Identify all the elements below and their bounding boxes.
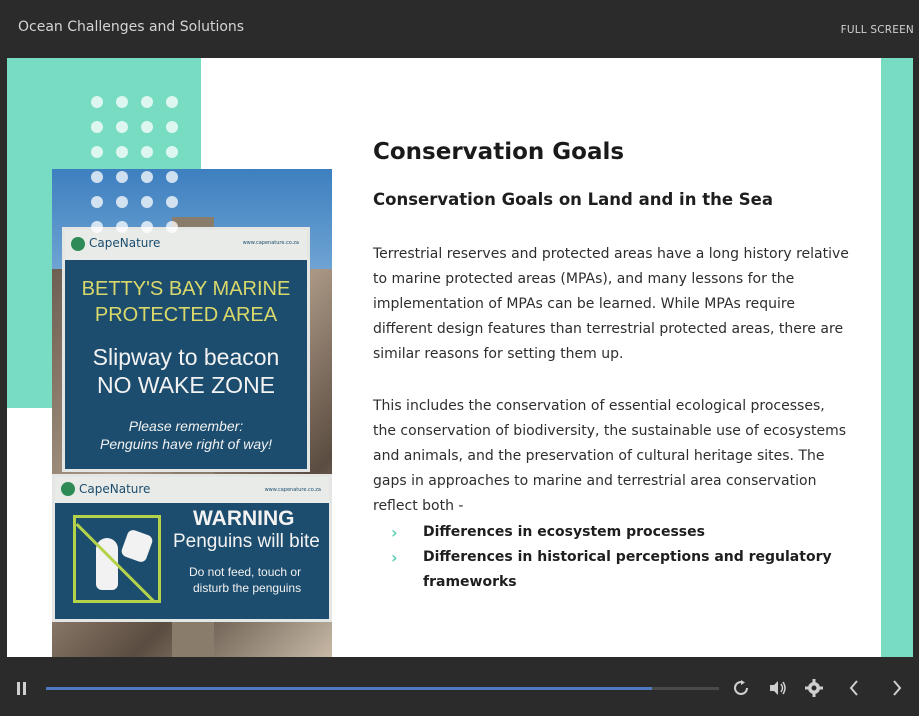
- sign-line: Slipway to beacon: [92, 344, 280, 370]
- settings-icon[interactable]: [804, 677, 824, 699]
- sign-url: www.capenature.co.za: [264, 487, 321, 493]
- penguin-warning-sign: CapeNature www.capenature.co.za WARNING …: [52, 474, 332, 622]
- chevron-right-icon: ›: [391, 548, 398, 567]
- marine-protected-area-sign: CapeNature www.capenature.co.za BETTY'S …: [62, 227, 310, 472]
- chevron-right-icon: ›: [391, 523, 398, 542]
- volume-icon[interactable]: [768, 677, 788, 699]
- body-paragraph: This includes the conservation of essent…: [373, 398, 847, 514]
- player-controls: [0, 657, 919, 716]
- list-item: › Differences in ecosystem processes: [391, 520, 913, 545]
- list-item-text: Differences in ecosystem processes: [423, 524, 705, 540]
- replay-icon[interactable]: [731, 677, 751, 699]
- sign-line: BETTY'S BAY MARINE: [81, 278, 291, 300]
- no-touching-penguin-icon: [73, 515, 161, 603]
- sign-logo-text: CapeNature: [79, 482, 151, 496]
- slide-canvas: CapeNature www.capenature.co.za BETTY'S …: [7, 58, 913, 657]
- sign-logo-text: CapeNature: [89, 236, 161, 250]
- sign-line: PROTECTED AREA: [94, 304, 278, 326]
- progress-bar[interactable]: [46, 687, 719, 690]
- sign-line: Penguins have right of way!: [100, 436, 272, 452]
- pause-icon[interactable]: [14, 682, 28, 696]
- sign-line: NO WAKE ZONE: [96, 372, 276, 398]
- list-item-text: Differences in historical perceptions an…: [423, 549, 832, 590]
- decorative-dot-grid: [91, 96, 191, 236]
- fullscreen-button[interactable]: FULL SCREEN: [841, 24, 914, 36]
- slide-subheading: Conservation Goals on Land and in the Se…: [373, 190, 773, 209]
- slide-photo: CapeNature www.capenature.co.za BETTY'S …: [52, 169, 332, 657]
- capenature-logo-icon: [71, 237, 85, 251]
- sign-line: WARNING: [193, 507, 295, 530]
- sign-line: disturb the penguins: [193, 581, 302, 595]
- sign-line: Please remember:: [128, 418, 244, 434]
- list-item: › Differences in historical perceptions …: [391, 545, 913, 590]
- body-paragraph: Terrestrial reserves and protected areas…: [373, 246, 849, 362]
- sign-line: Penguins will bite: [173, 531, 320, 552]
- sign-line: Do not feed, touch or: [189, 565, 302, 579]
- sign-url: www.capenature.co.za: [242, 240, 299, 246]
- top-bar: Ocean Challenges and Solutions FULL SCRE…: [0, 0, 919, 58]
- next-icon[interactable]: [887, 677, 907, 699]
- capenature-logo-icon: [61, 482, 75, 496]
- course-title: Ocean Challenges and Solutions: [18, 19, 245, 35]
- bullet-list: › Differences in ecosystem processes › D…: [391, 520, 913, 590]
- progress-fill: [46, 687, 652, 690]
- previous-icon[interactable]: [844, 677, 864, 699]
- slide-heading: Conservation Goals: [373, 139, 625, 165]
